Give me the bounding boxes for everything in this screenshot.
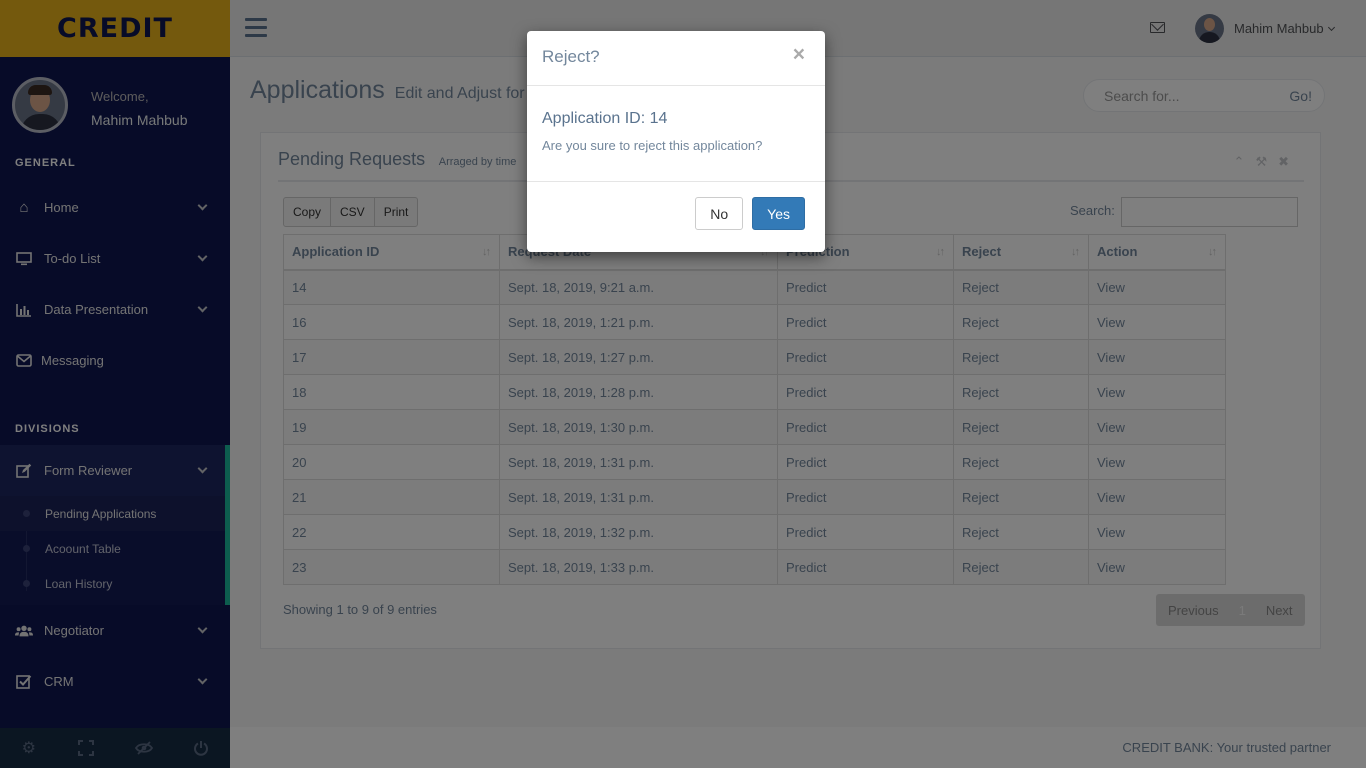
modal-application-id: Application ID: 14 [542,110,668,127]
no-button[interactable]: No [695,197,744,230]
modal-footer: No Yes [527,182,825,230]
modal-body: Application ID: 14 Are you sure to rejec… [527,86,825,182]
modal-question: Are you sure to reject this application? [542,138,763,153]
close-icon[interactable]: × [793,44,805,65]
yes-button[interactable]: Yes [752,197,805,230]
reject-modal: Reject? × Application ID: 14 Are you sur… [527,31,825,252]
modal-header: Reject? × [527,31,825,86]
modal-title: Reject? [542,47,600,66]
